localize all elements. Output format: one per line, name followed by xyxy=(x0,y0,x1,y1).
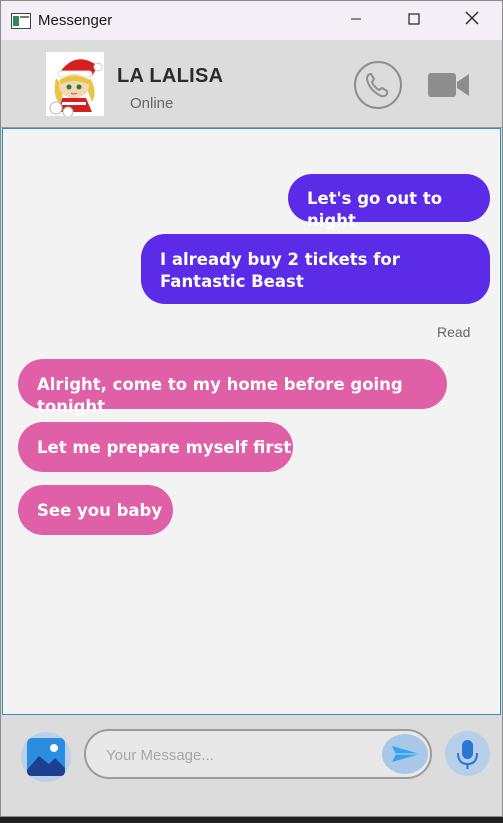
send-icon xyxy=(382,746,428,778)
message-text: I already buy 2 tickets for Fantastic Be… xyxy=(160,250,400,291)
message-input-field[interactable] xyxy=(84,729,432,779)
close-icon xyxy=(465,11,479,30)
contact-name: LA LALISA xyxy=(117,65,224,87)
image-gallery-icon xyxy=(21,738,71,786)
phone-call-icon xyxy=(353,61,403,114)
maximize-button[interactable] xyxy=(385,1,443,40)
close-button[interactable] xyxy=(443,1,501,40)
read-receipt: Read xyxy=(437,324,471,340)
minimize-icon xyxy=(350,12,362,30)
message-bubble-sent: Let's go out to night xyxy=(288,174,490,230)
contact-status: Online xyxy=(130,95,174,112)
voice-call-button[interactable] xyxy=(353,60,403,110)
message-bubble-received: See you baby xyxy=(18,485,173,535)
message-input[interactable] xyxy=(106,743,376,767)
attach-image-button[interactable] xyxy=(21,732,71,782)
message-bubble-received: Alright, come to my home before going to… xyxy=(18,359,447,416)
message-text: Alright, come to my home before going to… xyxy=(37,375,403,416)
voice-message-button[interactable] xyxy=(445,731,490,776)
video-call-button[interactable] xyxy=(427,70,471,100)
message-bubble-sent: I already buy 2 tickets for Fantastic Be… xyxy=(141,234,490,304)
message-bubble-received: Let me prepare myself first xyxy=(18,422,293,472)
title-bar[interactable]: Messenger xyxy=(1,1,502,40)
message-text: Let's go out to night xyxy=(307,189,443,230)
avatar[interactable] xyxy=(46,52,104,116)
microphone-icon xyxy=(445,740,490,780)
message-text: See you baby xyxy=(37,501,163,520)
messenger-window: Messenger LA LALISA Online Let's go out … xyxy=(0,0,503,817)
message-list[interactable]: Let's go out to night I already buy 2 ti… xyxy=(2,128,501,715)
app-window-icon xyxy=(11,13,31,29)
chat-header: LA LALISA Online xyxy=(1,40,502,128)
message-text: Let me prepare myself first xyxy=(37,438,292,457)
maximize-icon xyxy=(408,12,420,30)
composer-bar xyxy=(1,715,502,816)
minimize-button[interactable] xyxy=(327,1,385,40)
window-title: Messenger xyxy=(38,12,113,29)
video-camera-icon xyxy=(427,73,471,104)
send-button[interactable] xyxy=(382,734,428,774)
